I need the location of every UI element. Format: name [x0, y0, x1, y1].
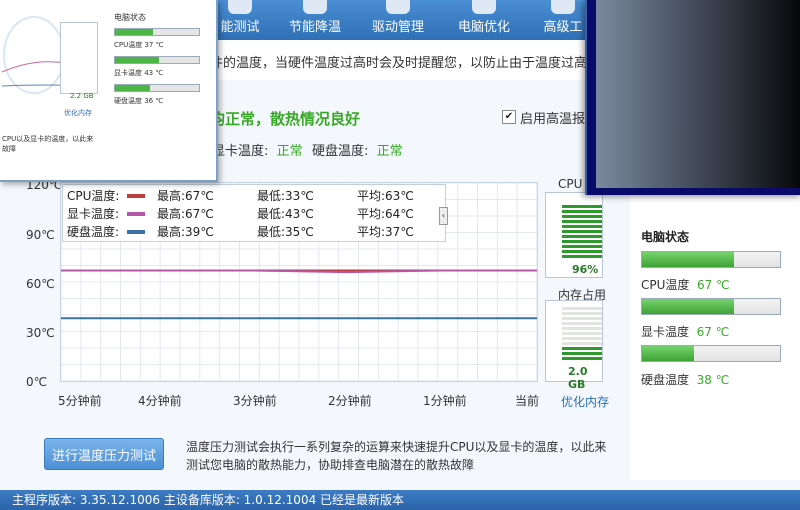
gauge-bar-segment [562, 342, 602, 345]
gauge-bar-segment [562, 352, 602, 355]
gauge-bar-segment [562, 332, 602, 335]
gauge-bar-segment [562, 312, 602, 315]
cpu-usage-value: 96% [572, 263, 599, 276]
gauge-bar-segment [562, 307, 602, 310]
gauge-bar-segment [562, 337, 602, 340]
gauge-bar-segment [562, 317, 602, 320]
gauge-bar-segment [562, 230, 602, 233]
info-text: 件的温度，当硬件温度过高时会及时提醒您，以防止由于温度过高造成 [210, 56, 614, 71]
mini-chart-area: 2.2 GB 优化内存 CPU以及显卡的温度，以此来 故障 [0, 0, 110, 180]
chart-legend: CPU温度: 最高:67℃ 最低:33℃ 平均:63℃ 显卡温度: 最高:67℃… [62, 184, 448, 242]
high-temp-alarm-checkbox[interactable]: ✔ [502, 110, 516, 124]
cpu-gauge-title: CPU [558, 177, 583, 191]
mini-window: 2.2 GB 优化内存 CPU以及显卡的温度，以此来 故障 电脑状态 CPU温度… [0, 0, 218, 182]
gauge-bar-segment [562, 255, 602, 258]
gauge-bar-segment [562, 357, 602, 360]
y-tick-0: 0℃ [26, 375, 48, 389]
toolbox-icon [551, 0, 575, 14]
pc-status-title: 电脑状态 [641, 230, 690, 244]
cpu-temp-bar [641, 251, 781, 268]
x-tick-3min: 3分钟前 [233, 394, 277, 408]
x-tick-2min: 2分钟前 [328, 394, 372, 408]
gpu-temp-status: 显卡温度: 正常 [212, 144, 303, 159]
series-line-1 [61, 269, 537, 274]
mini-cpu-label: CPU温度 37 ℃ [114, 41, 164, 49]
performance-icon [228, 0, 252, 14]
gauge-bar-segment [562, 347, 602, 350]
x-tick-4min: 4分钟前 [138, 394, 182, 408]
tab-driver-management[interactable]: 驱动管理 [358, 0, 438, 40]
disk-temp-bar [641, 345, 781, 362]
mini-memory-gauge [60, 22, 98, 94]
mini-disk-bar [114, 84, 200, 92]
x-tick-5min: 5分钟前 [58, 394, 102, 408]
overall-status: 均正常，散热情况良好 [210, 110, 361, 128]
mini-disk-label: 硬盘温度 36 ℃ [114, 97, 164, 105]
gauge-bar-segment [562, 322, 602, 325]
optimize-memory-link[interactable]: 优化内存 [561, 393, 609, 410]
memory-usage-gauge: 2.0 GB [545, 300, 603, 391]
gpu-temp-bar [641, 298, 781, 315]
cpu-temp-reading: CPU温度 67 ℃ [641, 278, 730, 292]
gauge-bar-segment [562, 235, 602, 238]
gpu-temp-reading: 显卡温度 67 ℃ [641, 325, 730, 339]
gauge-bar-segment [562, 210, 602, 213]
legend-swatch-gpu [127, 212, 145, 216]
stress-test-description: 温度压力测试会执行一系列复杂的运算来快速提升CPU以及显卡的温度，以此来测试您电… [186, 440, 607, 472]
disk-temp-status: 硬盘温度: 正常 [312, 144, 403, 159]
disk-temp-reading: 硬盘温度 38 ℃ [641, 373, 730, 387]
x-tick-now: 当前 [515, 394, 540, 408]
y-tick-60: 60℃ [26, 277, 55, 291]
gauge-bar-segment [562, 225, 602, 228]
x-tick-1min: 1分钟前 [423, 394, 467, 408]
y-tick-90: 90℃ [26, 228, 55, 242]
gauge-bar-segment [562, 240, 602, 243]
cpu-usage-bars [562, 205, 602, 260]
mini-description: CPU以及显卡的温度，以此来 故障 [2, 135, 94, 153]
mini-status-title: 电脑状态 [114, 13, 146, 22]
cooling-icon [303, 0, 327, 14]
gauge-bar-segment [562, 220, 602, 223]
legend-collapse-button[interactable]: ‹ [439, 207, 448, 225]
watermark [560, 420, 800, 490]
gauge-bar-segment [562, 327, 602, 330]
tab-energy-cooling[interactable]: 节能降温 [275, 0, 355, 40]
overlapping-window-content [596, 0, 800, 188]
memory-usage-bars [562, 307, 602, 362]
gauge-bar-segment [562, 205, 602, 208]
y-tick-30: 30℃ [26, 326, 55, 340]
cpu-usage-gauge: 96% [545, 192, 603, 278]
gauge-bar-segment [562, 250, 602, 253]
gauge-bar-segment [562, 245, 602, 248]
legend-swatch-disk [127, 230, 145, 234]
gear-icon [386, 0, 410, 14]
mini-gpu-bar [114, 56, 200, 64]
mini-memory-value: 2.2 GB [70, 92, 94, 100]
mini-gpu-label: 显卡温度 43 ℃ [114, 69, 164, 77]
tab-pc-optimize[interactable]: 电脑优化 [444, 0, 524, 40]
memory-usage-value: 2.0 GB [568, 365, 588, 391]
mini-cpu-bar [114, 28, 200, 36]
legend-swatch-cpu [127, 194, 145, 198]
status-bar: 主程序版本: 3.35.12.1006 主设备库版本: 1.0.12.1004 … [0, 490, 800, 510]
mini-optimize-link[interactable]: 优化内存 [64, 108, 92, 118]
start-stress-test-button[interactable]: 进行温度压力测试 [44, 438, 164, 470]
gauge-bar-segment [562, 215, 602, 218]
speedometer-icon [472, 0, 496, 14]
